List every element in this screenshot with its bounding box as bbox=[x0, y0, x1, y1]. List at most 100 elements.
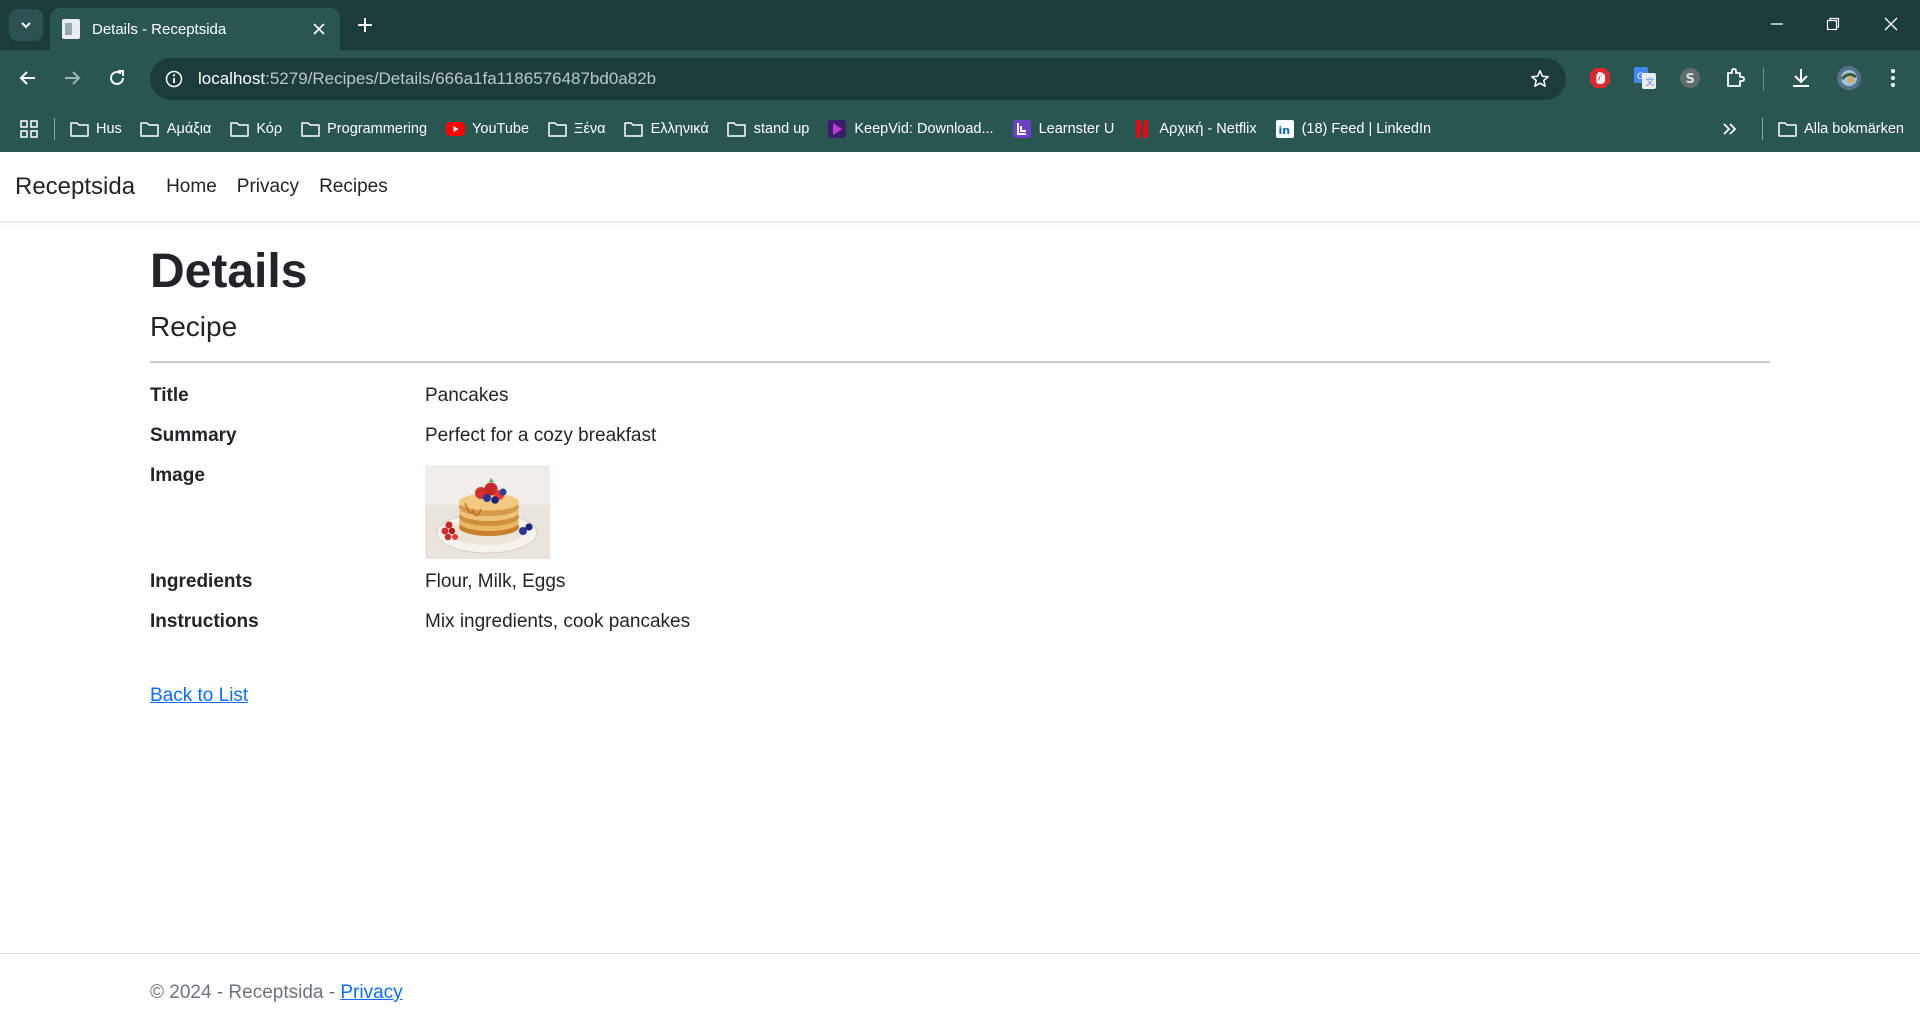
bookmark-label: (18) Feed | LinkedIn bbox=[1301, 121, 1432, 137]
close-tab-button[interactable] bbox=[306, 16, 332, 42]
back-button[interactable] bbox=[12, 62, 44, 94]
adblock-extension-button[interactable] bbox=[1585, 63, 1615, 93]
reload-button[interactable] bbox=[101, 62, 133, 94]
close-icon bbox=[1884, 17, 1898, 31]
avatar-icon bbox=[1837, 66, 1861, 90]
all-bookmarks-label: Alla bokmärken bbox=[1804, 121, 1904, 137]
more-bookmarks-button[interactable] bbox=[1714, 114, 1746, 144]
download-icon bbox=[1793, 69, 1809, 87]
profile-button[interactable] bbox=[1834, 63, 1864, 93]
arrow-right-icon bbox=[65, 71, 81, 85]
svg-text:G: G bbox=[1637, 72, 1644, 82]
youtube-icon bbox=[445, 122, 465, 136]
arrow-left-icon bbox=[19, 71, 35, 85]
browser-toolbar: localhost:5279/Recipes/Details/666a1fa11… bbox=[0, 50, 1920, 106]
tab-title: Details - Receptsida bbox=[92, 20, 227, 38]
toolbar-divider bbox=[1763, 67, 1764, 91]
image-value bbox=[425, 464, 550, 571]
s-extension-icon: S bbox=[1680, 68, 1700, 88]
title-label: Title bbox=[150, 384, 189, 406]
bookmarks-divider bbox=[54, 118, 55, 140]
summary-value: Perfect for a cozy breakfast bbox=[425, 424, 657, 446]
minimize-icon bbox=[1771, 23, 1783, 25]
google-translate-extension-button[interactable]: G文 bbox=[1630, 63, 1660, 93]
bookmark-label: YouTube bbox=[472, 121, 530, 137]
bookmark-label: Ξένα bbox=[574, 121, 606, 137]
forward-button[interactable] bbox=[56, 62, 88, 94]
back-to-list-link[interactable]: Back to List bbox=[150, 685, 248, 707]
svg-text:文: 文 bbox=[1646, 76, 1655, 88]
bookmark-youtube[interactable]: YouTube bbox=[437, 114, 537, 144]
bookmark-folder-xena[interactable]: Ξένα bbox=[539, 114, 614, 144]
address-bar[interactable]: localhost:5279/Recipes/Details/666a1fa11… bbox=[150, 58, 1566, 100]
divider bbox=[150, 360, 1770, 363]
bookmark-netflix[interactable]: Αρχική - Netflix bbox=[1124, 114, 1264, 144]
translate-icon: G文 bbox=[1634, 67, 1656, 89]
bookmark-folder-programmering[interactable]: Programmering bbox=[292, 114, 435, 144]
menu-button[interactable] bbox=[1878, 63, 1908, 93]
bookmark-folder-ellinika[interactable]: Ελληνικά bbox=[616, 114, 717, 144]
bookmark-learnster[interactable]: Learnster U bbox=[1004, 114, 1123, 144]
bookmark-star-button[interactable] bbox=[1528, 67, 1552, 91]
chevron-down-icon bbox=[21, 22, 31, 29]
recipe-details-list: Title Pancakes Summary Perfect for a coz… bbox=[150, 385, 1770, 651]
bookmark-folder-kop[interactable]: Κόρ bbox=[221, 114, 290, 144]
pancakes-image bbox=[425, 464, 550, 559]
svg-text:S: S bbox=[1686, 72, 1695, 87]
adblock-icon bbox=[1590, 68, 1610, 88]
restore-icon bbox=[1826, 17, 1840, 31]
apps-button[interactable] bbox=[12, 114, 46, 144]
site-footer: © 2024 - Receptsida - Privacy bbox=[0, 953, 1920, 1030]
footer-text-container: © 2024 - Receptsida - Privacy bbox=[150, 982, 403, 1004]
detail-row-summary: Summary Perfect for a cozy breakfast bbox=[150, 425, 1770, 465]
site-brand-link[interactable]: Receptsida bbox=[15, 173, 135, 201]
all-bookmarks-button[interactable]: Alla bokmärken bbox=[1769, 114, 1912, 144]
nav-link-privacy[interactable]: Privacy bbox=[237, 176, 299, 198]
bookmarks-bar: Hus Αμάξια Κόρ Programmering YouTube Ξέν… bbox=[0, 106, 1920, 152]
minimize-button[interactable] bbox=[1760, 8, 1794, 40]
bookmark-label: Programmering bbox=[327, 121, 428, 137]
plus-icon bbox=[358, 18, 372, 32]
close-window-button[interactable] bbox=[1874, 8, 1908, 40]
bookmark-folder-hus[interactable]: Hus bbox=[61, 114, 130, 144]
keepvid-icon bbox=[828, 120, 847, 138]
restore-button[interactable] bbox=[1816, 8, 1850, 40]
bookmarks-divider bbox=[1762, 118, 1764, 140]
page-favicon-icon bbox=[62, 19, 80, 39]
ingredients-value: Flour, Milk, Eggs bbox=[425, 570, 566, 592]
close-icon bbox=[313, 23, 325, 35]
apps-grid-icon bbox=[20, 120, 38, 138]
footer-privacy-link[interactable]: Privacy bbox=[340, 982, 402, 1003]
folder-icon bbox=[300, 122, 320, 137]
tab-strip: Details - Receptsida bbox=[0, 0, 1920, 50]
linkedin-icon: in bbox=[1275, 120, 1294, 138]
learnster-icon bbox=[1012, 120, 1031, 138]
s-extension-button[interactable]: S bbox=[1675, 63, 1705, 93]
bookmark-linkedin[interactable]: in (18) Feed | LinkedIn bbox=[1267, 114, 1440, 144]
nav-link-recipes[interactable]: Recipes bbox=[319, 176, 388, 198]
tab-search-button[interactable] bbox=[9, 9, 43, 41]
detail-row-instructions: Instructions Mix ingredients, cook panca… bbox=[150, 611, 1770, 651]
image-label: Image bbox=[150, 464, 205, 486]
bookmark-folder-amaxia[interactable]: Αμάξια bbox=[132, 114, 220, 144]
folder-icon bbox=[230, 122, 249, 137]
reload-icon bbox=[110, 70, 124, 85]
bookmark-keepvid[interactable]: KeepVid: Download... bbox=[819, 114, 1001, 144]
bookmark-label: KeepVid: Download... bbox=[854, 121, 994, 137]
downloads-button[interactable] bbox=[1786, 63, 1816, 93]
folder-icon bbox=[1777, 122, 1797, 137]
active-tab[interactable]: Details - Receptsida bbox=[50, 8, 340, 50]
new-tab-button[interactable] bbox=[350, 10, 380, 40]
bookmark-folder-stand-up[interactable]: stand up bbox=[719, 114, 818, 144]
folder-icon bbox=[547, 122, 567, 137]
page-title: Details bbox=[150, 245, 308, 298]
bookmark-label: Hus bbox=[96, 121, 122, 137]
bookmark-label: Αμάξια bbox=[166, 121, 212, 137]
nav-link-home[interactable]: Home bbox=[166, 176, 217, 198]
detail-row-title: Title Pancakes bbox=[150, 385, 1770, 425]
extensions-button[interactable] bbox=[1720, 63, 1750, 93]
footer-copyright: © 2024 - Receptsida - bbox=[150, 982, 341, 1003]
more-vertical-icon bbox=[1891, 69, 1895, 87]
svg-text:in: in bbox=[1278, 124, 1290, 137]
site-info-icon[interactable] bbox=[164, 69, 184, 89]
